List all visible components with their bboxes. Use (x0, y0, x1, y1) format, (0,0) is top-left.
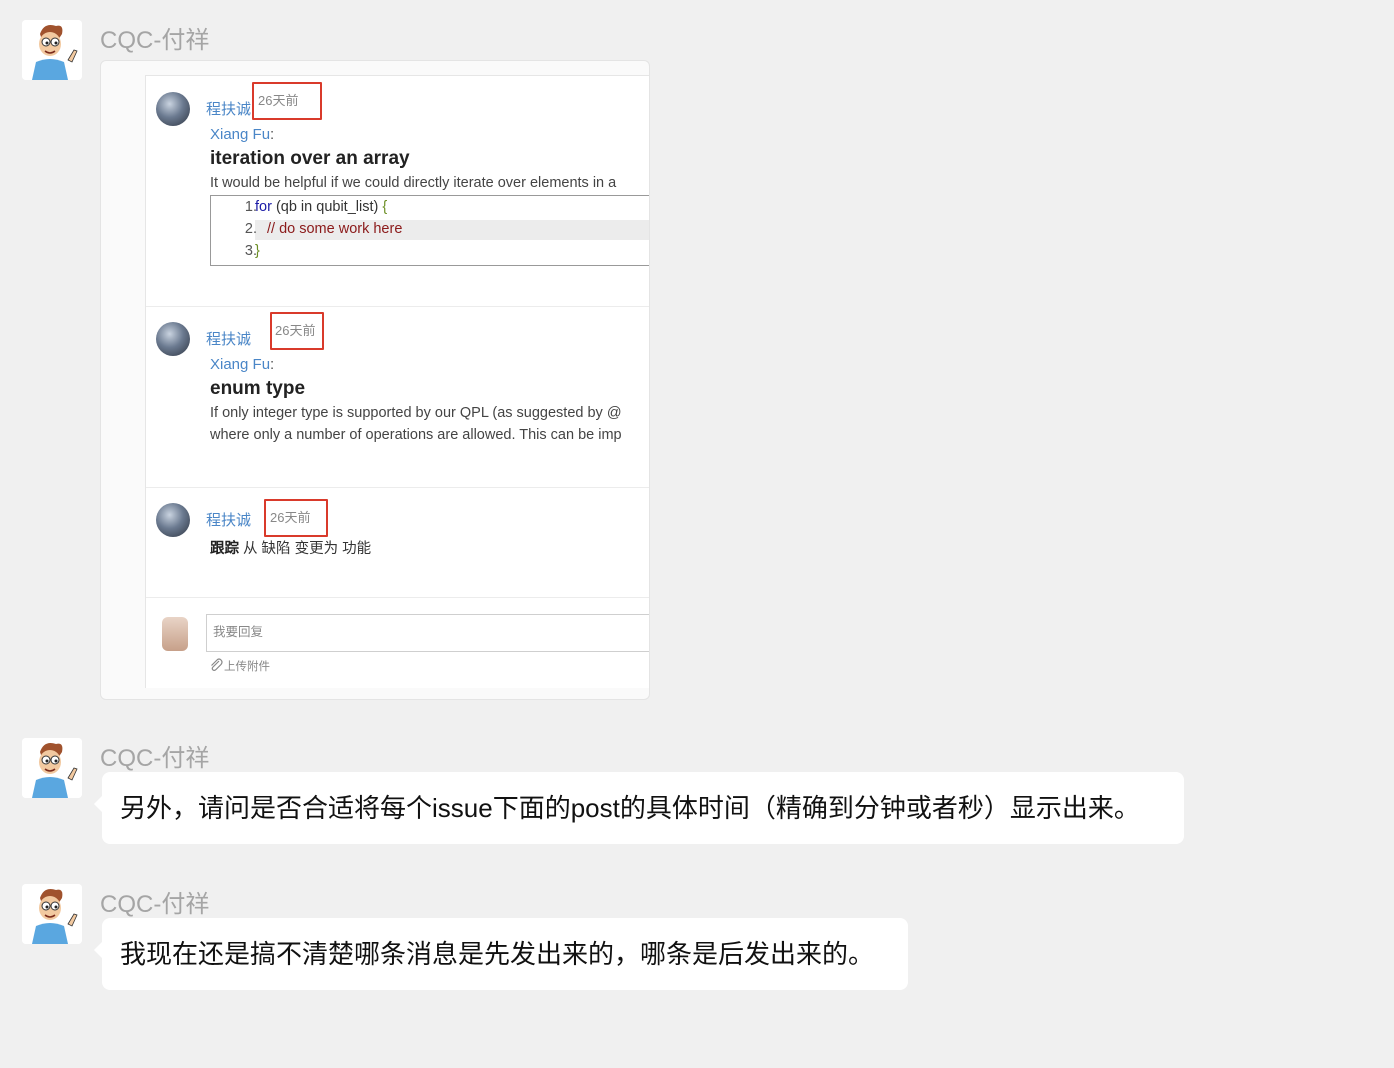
sender-name: CQC-付祥 (100, 745, 210, 772)
post-text: If only integer type is supported by our… (210, 405, 622, 421)
message-bubble[interactable]: 我现在还是搞不清楚哪条消息是先发出来的，哪条是后发出来的。 (94, 918, 908, 990)
quote-author: Xiang Fu: (210, 356, 274, 373)
cartoon-avatar-icon (22, 20, 82, 80)
quote-colon: : (270, 126, 275, 143)
cartoon-avatar-icon (22, 738, 82, 798)
upload-label: 上传附件 (224, 661, 270, 673)
sender-avatar[interactable] (22, 884, 82, 944)
issue-screenshot: 程扶诚 26天前 Xiang Fu: iteration over an arr… (145, 75, 649, 688)
paperclip-icon (211, 658, 223, 671)
upload-attachment-link[interactable]: 上传附件 (208, 658, 270, 674)
code-line: for (qb in qubit_list) { (255, 199, 387, 215)
post-item: 程扶诚 26天前 Xiang Fu: enum type If only int… (146, 306, 649, 488)
post-title: iteration over an array (210, 148, 410, 169)
post-text: where only a number of operations are al… (210, 427, 622, 443)
reply-input[interactable]: 我要回复 (206, 614, 649, 652)
reply-placeholder: 我要回复 (213, 625, 264, 639)
cartoon-avatar-icon (22, 884, 82, 944)
post-username: 程扶诚 (206, 512, 252, 529)
post-item: 程扶诚 26天前 Xiang Fu: iteration over an arr… (146, 76, 649, 307)
code-brace: { (382, 199, 388, 215)
current-user-avatar (162, 617, 188, 651)
track-label: 跟踪 (210, 541, 239, 557)
code-comment: // do some work here (267, 221, 403, 237)
image-message[interactable]: 程扶诚 26天前 Xiang Fu: iteration over an arr… (100, 60, 650, 700)
post-username: 程扶诚 (206, 331, 252, 348)
line-number: 2. (244, 221, 257, 237)
user-avatar (156, 322, 190, 356)
post-text: It would be helpful if we could directly… (210, 175, 617, 191)
sender-name: CQC-付祥 (100, 891, 210, 918)
post-username: 程扶诚 (206, 101, 252, 118)
quote-colon: : (270, 356, 275, 373)
post-title: enum type (210, 378, 306, 399)
code-keyword: for (255, 199, 272, 215)
track-detail: 从 缺陷 变更为 功能 (239, 541, 372, 557)
code-brace: } (255, 243, 260, 259)
sender-name: CQC-付祥 (100, 27, 210, 54)
line-number: 3. (244, 243, 257, 259)
post-time: 26天前 (264, 499, 328, 537)
quote-author: Xiang Fu: (210, 126, 274, 143)
user-avatar (156, 92, 190, 126)
line-number: 1. (244, 199, 257, 215)
message-bubble[interactable]: 另外，请问是否合适将每个issue下面的post的具体时间（精确到分钟或者秒）显… (94, 772, 1184, 844)
post-time: 26天前 (270, 312, 324, 350)
track-change-text: 跟踪 从 缺陷 变更为 功能 (210, 537, 371, 558)
code-text: (qb in qubit_list) (271, 199, 383, 215)
post-time: 26天前 (252, 82, 322, 120)
code-block: 1. for (qb in qubit_list) { 2. // do som… (210, 195, 649, 266)
post-item: 程扶诚 26天前 跟踪 从 缺陷 变更为 功能 (146, 487, 649, 598)
sender-avatar[interactable] (22, 738, 82, 798)
quote-author-name: Xiang Fu (210, 126, 271, 143)
user-avatar (156, 503, 190, 537)
sender-avatar[interactable] (22, 20, 82, 80)
quote-author-name: Xiang Fu (210, 356, 271, 373)
